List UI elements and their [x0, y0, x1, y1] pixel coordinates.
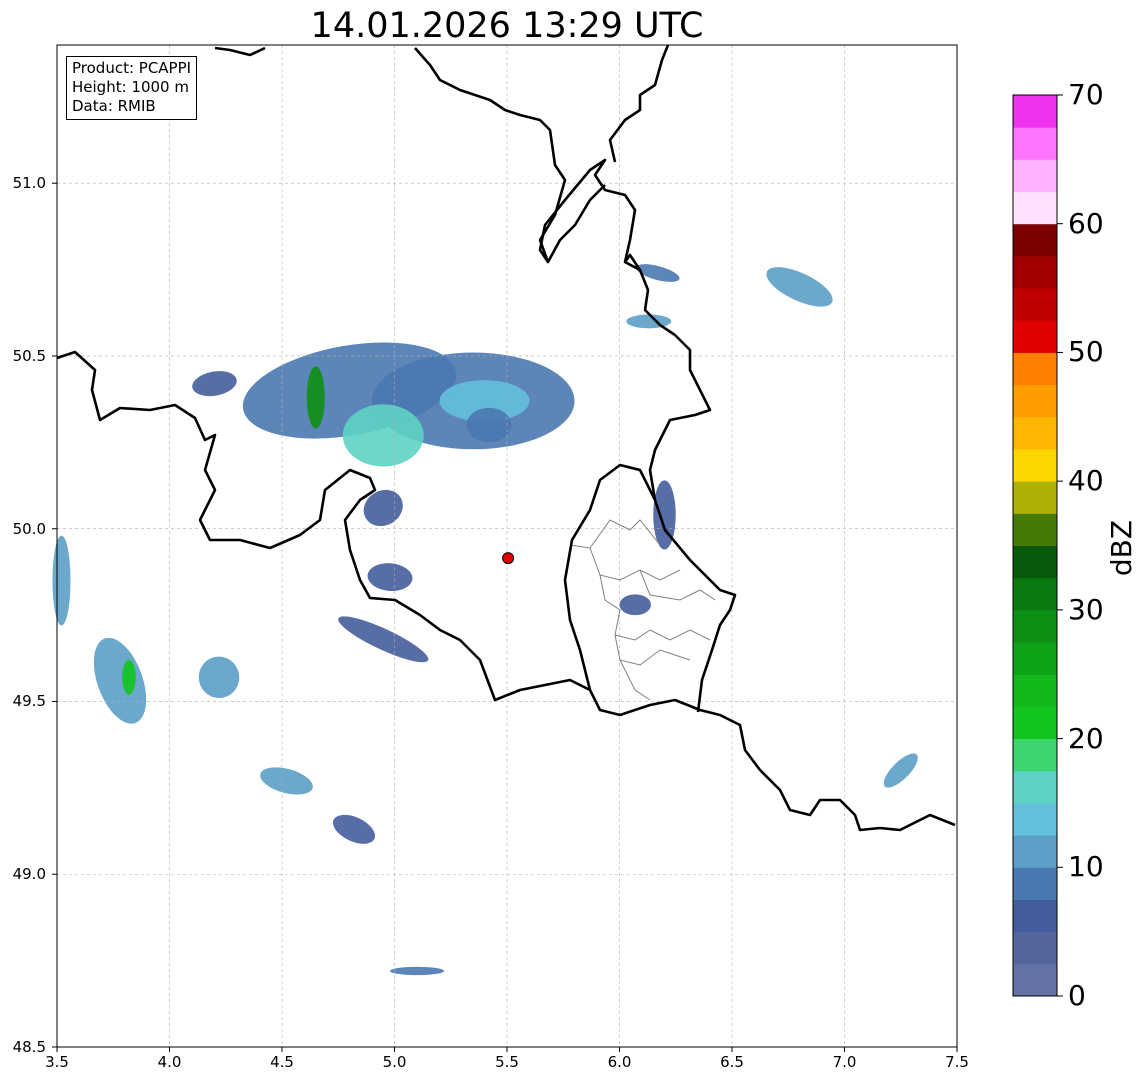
colorbar-segment	[1013, 255, 1057, 289]
colorbar-segment	[1013, 416, 1057, 450]
x-tick-label: 7.0	[832, 1053, 857, 1071]
colorbar-segment	[1013, 320, 1057, 353]
data-source-label: Data: RMIB	[72, 97, 156, 115]
map-frame	[52, 44, 958, 1052]
x-tick-label: 4.5	[270, 1053, 294, 1071]
colorbar-segment	[1013, 577, 1057, 611]
radar-echo	[626, 314, 672, 329]
colorbar-segment	[1013, 802, 1057, 836]
y-tick-label: 50.0	[12, 519, 46, 538]
y-tick-label: 49.5	[12, 692, 46, 711]
radar-echo	[390, 966, 444, 976]
colorbar-segment	[1013, 835, 1057, 868]
colorbar-segment	[1013, 738, 1057, 772]
colorbar-segment	[1013, 963, 1057, 997]
radar-echo	[466, 407, 512, 443]
radar-echo	[122, 660, 136, 695]
colorbar-tick-label: 50	[1068, 335, 1104, 369]
y-tick-label: 50.5	[12, 346, 46, 365]
colorbar-segment	[1013, 448, 1057, 482]
radar-site-marker	[502, 552, 515, 565]
x-tick-label: 5.5	[495, 1053, 519, 1071]
colorbar-segment	[1013, 127, 1057, 160]
radar-echo	[363, 489, 403, 527]
radar-echo	[338, 616, 429, 663]
radar-echo	[766, 267, 833, 307]
colorbar-segment	[1013, 674, 1057, 707]
radar-site-dot	[502, 552, 515, 565]
colorbar-segment	[1013, 223, 1057, 257]
colorbar-tick-label: 20	[1068, 721, 1104, 755]
colorbar-tick-label: 0	[1068, 979, 1086, 1012]
colorbar-segment	[1013, 191, 1057, 225]
colorbar-segment	[1013, 352, 1057, 386]
y-tick-label: 51.0	[12, 174, 46, 193]
x-tick-label: 7.5	[945, 1053, 969, 1071]
radar-echo	[192, 371, 237, 397]
colorbar-segment	[1013, 481, 1057, 514]
colorbar	[1012, 94, 1063, 997]
colorbar-tick-label: 40	[1068, 464, 1104, 498]
colorbar-segment	[1013, 159, 1057, 193]
colorbar-segment	[1013, 931, 1057, 965]
colorbar-segment	[1013, 642, 1057, 675]
x-tick-label: 6.0	[607, 1053, 632, 1071]
radar-echo	[342, 404, 424, 467]
height-label: Height: 1000 m	[72, 78, 189, 96]
colorbar-segment	[1013, 95, 1057, 128]
product-info-box: Product: PCAPPI Height: 1000 m Data: RMI…	[66, 56, 198, 120]
colorbar-segment	[1013, 288, 1057, 321]
radar-echo	[260, 767, 313, 795]
y-tick-label: 49.0	[12, 865, 46, 884]
radar-echo	[367, 563, 413, 592]
colorbar-segment	[1013, 899, 1057, 933]
colorbar-tick-label: 10	[1068, 850, 1104, 884]
colorbar-segment	[1013, 770, 1057, 804]
colorbar-segment	[1013, 384, 1057, 418]
radar-echo	[306, 366, 325, 429]
colorbar-tick-label: 70	[1068, 78, 1104, 111]
colorbar-label: dBZ	[1105, 519, 1138, 577]
colorbar-segment	[1013, 706, 1057, 740]
radar-echo	[619, 594, 651, 616]
x-tick-label: 6.5	[720, 1053, 744, 1071]
x-tick-label: 4.0	[157, 1053, 182, 1071]
radar-echo	[883, 753, 918, 788]
colorbar-segment	[1013, 545, 1057, 579]
x-tick-label: 5.0	[382, 1053, 407, 1071]
colorbar-segment	[1013, 867, 1057, 900]
colorbar-tick-label: 30	[1068, 592, 1104, 626]
colorbar-tick-label: 60	[1068, 206, 1104, 240]
radar-echo-layer	[52, 264, 918, 976]
radar-echo	[52, 535, 71, 626]
radar-map	[52, 44, 1063, 1052]
colorbar-segment	[1013, 609, 1057, 643]
radar-echo	[93, 637, 147, 724]
y-tick-label: 48.5	[12, 1038, 46, 1056]
product-label: Product: PCAPPI	[72, 59, 192, 77]
colorbar-segment	[1013, 513, 1057, 546]
radar-echo	[198, 656, 240, 699]
radar-echo	[332, 814, 376, 844]
map-grid	[56, 45, 958, 1048]
